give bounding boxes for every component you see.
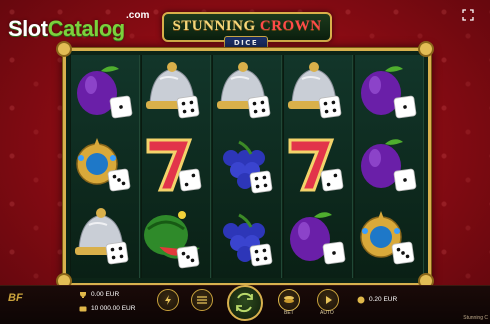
grapes-symbol — [209, 128, 277, 200]
menu-button[interactable] — [191, 289, 213, 311]
stake-coin-icon — [357, 296, 365, 304]
balance-value: 10 000.00 EUR — [91, 305, 136, 312]
turbo-button[interactable] — [157, 289, 179, 311]
menu-icon — [197, 296, 207, 304]
brand-logo: SlotCatalog .com — [8, 6, 158, 46]
coins-icon — [284, 296, 294, 303]
provider-logo: BF — [8, 292, 23, 304]
bell-symbol — [280, 55, 348, 127]
bell-symbol — [209, 55, 277, 127]
autoplay-button[interactable] — [317, 289, 339, 311]
brand-name: SlotCatalog — [8, 16, 125, 41]
frame-ornament — [420, 43, 432, 55]
play-icon — [326, 296, 332, 304]
plum-symbol — [280, 201, 348, 273]
lightning-icon — [165, 295, 171, 305]
wallet-icon — [79, 306, 87, 312]
brand-suffix: .com — [126, 10, 150, 21]
crown-symbol — [351, 201, 419, 273]
seven-symbol — [280, 128, 348, 200]
grapes-symbol — [209, 201, 277, 273]
auto-label: AUTO — [320, 310, 334, 316]
bet-label: BET — [284, 310, 294, 316]
seven-symbol — [138, 128, 206, 200]
game-name-footer: Stunning C — [463, 315, 488, 321]
bell-symbol — [67, 201, 135, 273]
spin-arrows-icon — [236, 292, 253, 313]
frame-ornament — [58, 43, 70, 55]
plum-symbol — [351, 55, 419, 127]
spin-button[interactable] — [227, 285, 263, 321]
plum-symbol — [67, 55, 135, 127]
plum-symbol — [351, 128, 419, 200]
bell-symbol — [138, 55, 206, 127]
win-value: 0.00 EUR — [91, 291, 120, 298]
crown-symbol — [67, 128, 135, 200]
trophy-icon — [80, 292, 86, 298]
bet-value: 0.20 EUR — [369, 296, 398, 303]
fullscreen-icon[interactable] — [462, 9, 474, 21]
title-word-1: STUNNING — [172, 18, 256, 34]
watermelon-symbol — [138, 201, 206, 273]
title-word-2: CROWN — [259, 18, 322, 34]
bet-button[interactable] — [278, 289, 300, 311]
